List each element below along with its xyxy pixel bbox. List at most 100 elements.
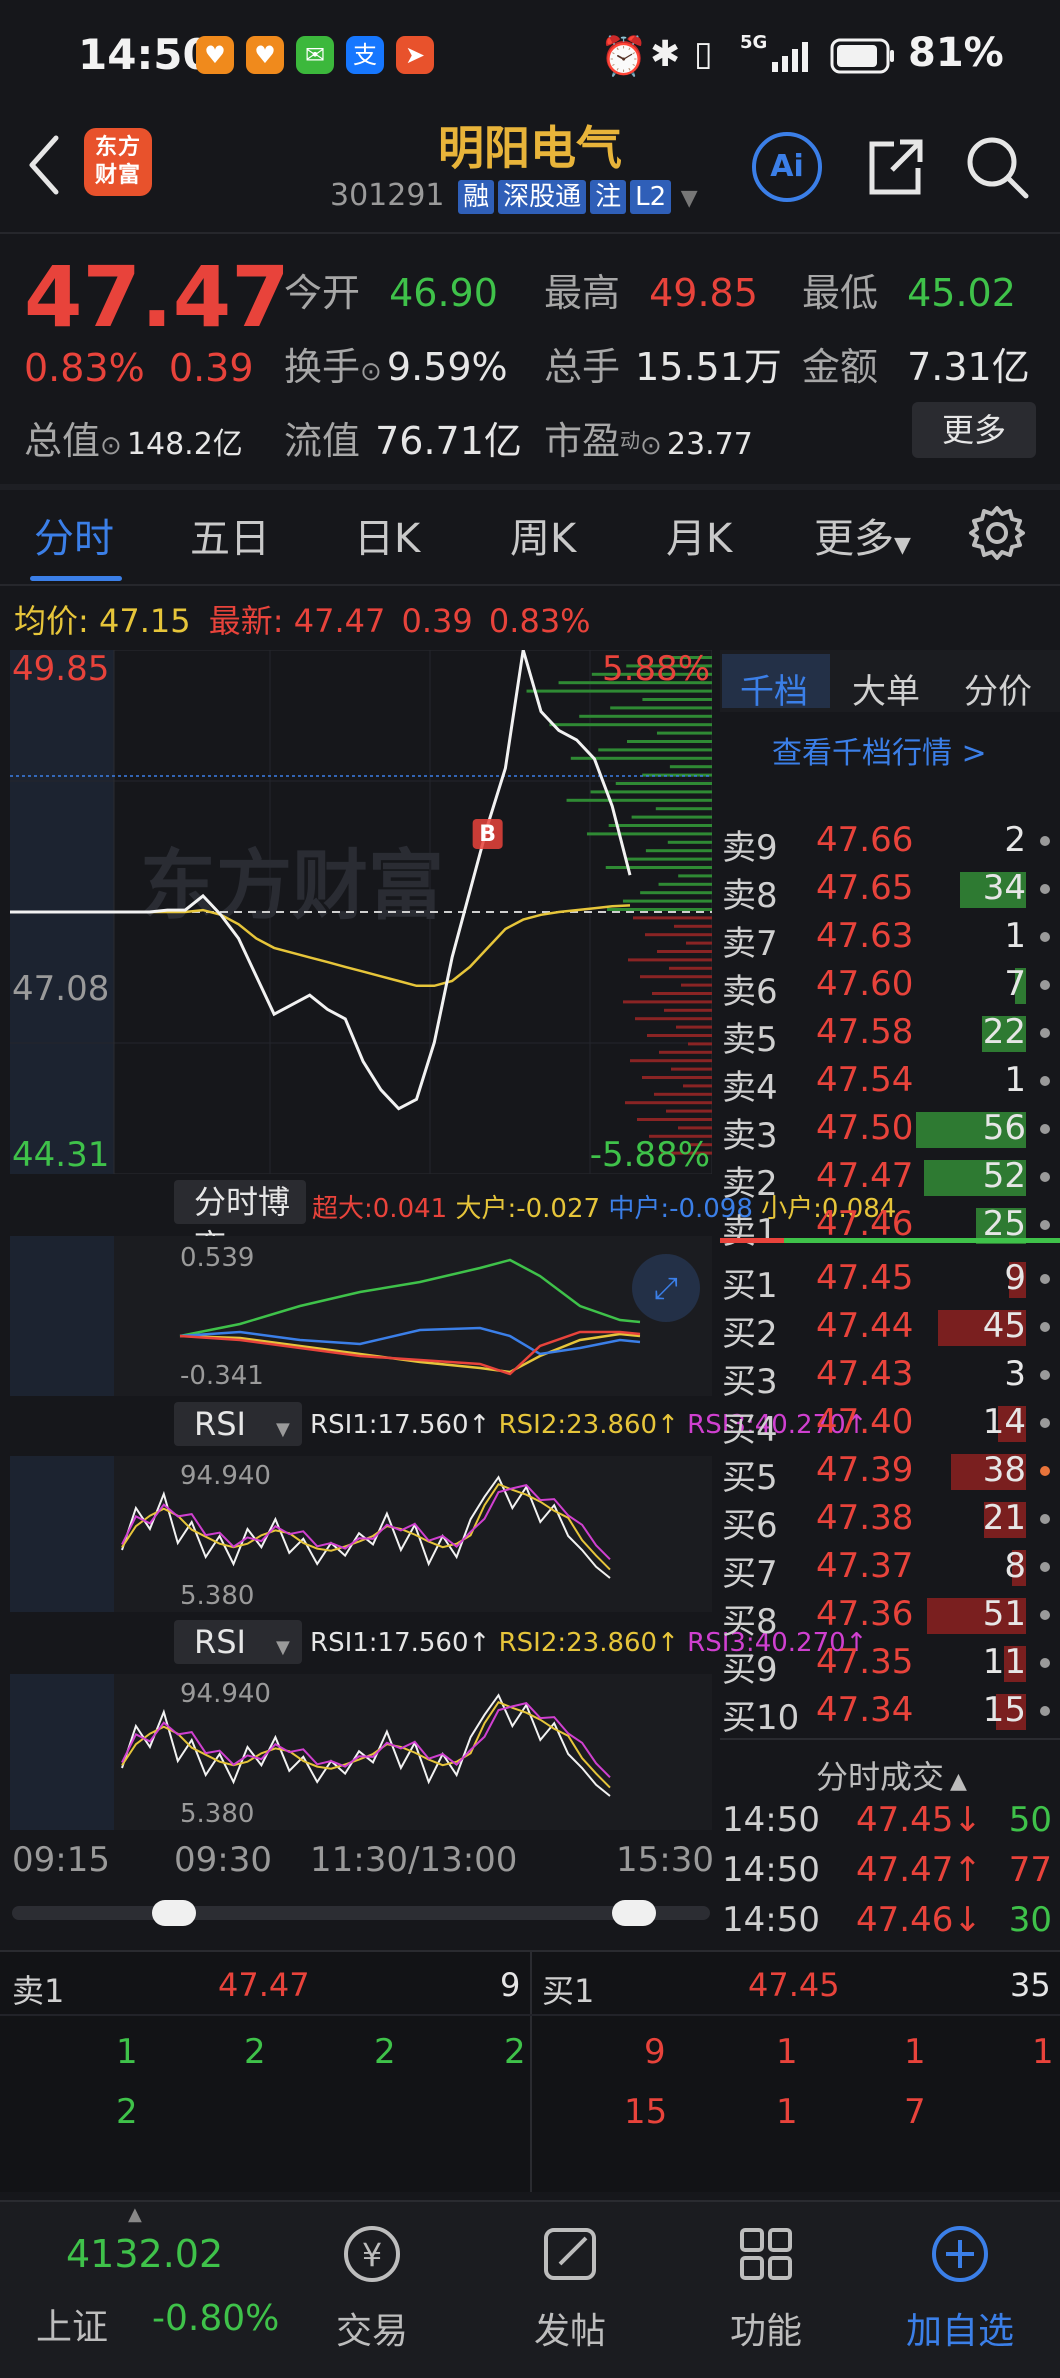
- bid-level-label: 买5: [722, 1458, 778, 1498]
- buy-marker[interactable]: B: [472, 818, 503, 849]
- ask-row[interactable]: 卖7 47.63 1: [720, 912, 1060, 964]
- bid-depth-bar: [625, 1101, 712, 1105]
- depth-sell-qty: 2: [244, 2032, 266, 2072]
- tab-monthly-k[interactable]: 月K: [666, 506, 732, 564]
- ask-dot: [1040, 1220, 1050, 1230]
- orderbook-tab-price[interactable]: 分价: [964, 664, 1032, 713]
- index-name[interactable]: 上证: [36, 2298, 108, 2350]
- expand-icon[interactable]: ⤢: [654, 1271, 678, 1306]
- float-field: 流值 76.71亿: [284, 410, 522, 465]
- index-value[interactable]: 4132.02: [66, 2232, 223, 2276]
- depth-buy-qty: 1: [904, 2032, 926, 2072]
- ask-row[interactable]: 卖5 47.58 22: [720, 1008, 1060, 1060]
- ask-row[interactable]: 卖2 47.47 52: [720, 1152, 1060, 1204]
- ask-price: 47.47: [816, 1156, 914, 1196]
- range-handle-left[interactable]: [152, 1900, 196, 1926]
- latest-percent: 0.83%: [488, 602, 591, 640]
- game-panel-selector[interactable]: 分时博弈 ▼: [174, 1180, 306, 1265]
- functions-grid-icon[interactable]: [696, 2214, 836, 2294]
- search-icon[interactable]: [962, 132, 1032, 202]
- ask-row[interactable]: 卖9 47.66 2: [720, 816, 1060, 868]
- ask-volume: 1: [1004, 1060, 1026, 1100]
- ask-row[interactable]: 卖3 47.50 56: [720, 1104, 1060, 1156]
- index-change[interactable]: -0.80%: [152, 2298, 279, 2339]
- bid-row[interactable]: 买3 47.43 3: [720, 1350, 1060, 1402]
- tag-margin: 融: [458, 180, 495, 214]
- bid-row[interactable]: 买4 47.40 14: [720, 1398, 1060, 1450]
- bid-level-label: 买7: [722, 1554, 778, 1594]
- bid-row[interactable]: 买6 47.38 21: [720, 1494, 1060, 1546]
- bid-depth-bar: [681, 983, 712, 987]
- tab-more[interactable]: 更多▼: [814, 506, 911, 564]
- chart-low-label: 44.31: [12, 1135, 109, 1174]
- add-watchlist-icon[interactable]: [890, 2214, 1030, 2294]
- more-button[interactable]: 更多: [912, 402, 1036, 458]
- chevron-down-icon[interactable]: ▼: [681, 186, 698, 211]
- bid-row[interactable]: 买1 47.45 9: [720, 1254, 1060, 1306]
- price-change: 0.83% 0.39: [24, 346, 254, 390]
- ask-dot: [1040, 932, 1050, 942]
- bid-depth-bar: [683, 1084, 712, 1088]
- ask-row[interactable]: 卖8 47.65 34: [720, 864, 1060, 916]
- bid-row[interactable]: 买8 47.36 51: [720, 1590, 1060, 1642]
- ask-level-label: 卖1: [722, 1212, 778, 1252]
- range-scroll-track[interactable]: [12, 1906, 710, 1920]
- float-label: 流值: [284, 419, 361, 463]
- volume-value: 15.51万: [635, 345, 782, 389]
- info-icon[interactable]: ⊙: [640, 431, 662, 461]
- ask-depth-bar: [566, 798, 712, 802]
- nav-post[interactable]: 发帖: [500, 2302, 640, 2354]
- intraday-chart[interactable]: 东方财富 49.85 47.08 44.31 5.88% -5.88% B: [10, 650, 712, 1174]
- tab-intraday[interactable]: 分时: [34, 506, 114, 564]
- tab-five-day[interactable]: 五日: [190, 506, 270, 564]
- pe-label: 市盈: [544, 419, 621, 463]
- nav-add-watchlist[interactable]: 加自选: [890, 2302, 1030, 2354]
- range-handle-right[interactable]: [612, 1900, 656, 1926]
- info-icon[interactable]: ⊙: [360, 357, 382, 387]
- ask-row[interactable]: 卖4 47.54 1: [720, 1056, 1060, 1108]
- rsi-bottom-label-1: 5.380: [180, 1581, 254, 1611]
- view-full-depth-link[interactable]: 查看千档行情 >: [772, 728, 987, 772]
- avg-value: 47.15: [98, 602, 191, 640]
- ask-row[interactable]: 卖6 47.60 7: [720, 960, 1060, 1012]
- ask-volume: 34: [982, 868, 1026, 908]
- latest-change: 0.39: [401, 602, 473, 640]
- orderbook-tab-level[interactable]: 千档: [740, 664, 808, 713]
- rsi1-value: RSI1:17.560↑: [310, 1410, 491, 1440]
- ask-depth-bar: [640, 891, 712, 895]
- ask-level-label: 卖8: [722, 876, 778, 916]
- bid-price: 47.43: [816, 1354, 914, 1394]
- ask-volume: 1: [1004, 916, 1026, 956]
- nav-functions[interactable]: 功能: [696, 2302, 836, 2354]
- bid-row[interactable]: 买10 47.34 15: [720, 1686, 1060, 1738]
- info-icon[interactable]: ⊙: [100, 431, 122, 461]
- super-large-value: 超大:0.041: [312, 1194, 448, 1224]
- rsi-selector-2[interactable]: RSI ▼: [174, 1620, 302, 1664]
- settings-gear-icon[interactable]: [968, 504, 1026, 562]
- chart-prev-close-label: 47.08: [12, 969, 109, 1009]
- bid-volume: 15: [982, 1690, 1026, 1730]
- trade-icon[interactable]: ¥: [302, 2214, 442, 2294]
- ask-depth-bar: [607, 908, 712, 911]
- bid-row[interactable]: 买9 47.35 11: [720, 1638, 1060, 1690]
- orderbook-tab-bigorder[interactable]: 大单: [852, 664, 920, 713]
- post-icon[interactable]: [500, 2214, 640, 2294]
- time-label-noon: 11:30/13:00: [310, 1840, 518, 1880]
- ask-depth-bar: [605, 866, 712, 869]
- ai-button[interactable]: Ai: [752, 132, 822, 202]
- tab-daily-k[interactable]: 日K: [354, 506, 420, 564]
- bid-row[interactable]: 买5 47.39 38: [720, 1446, 1060, 1498]
- ticks-title[interactable]: 分时成交 ▲: [816, 1752, 967, 1798]
- share-icon[interactable]: [860, 132, 930, 202]
- ask-level-label: 卖7: [722, 924, 778, 964]
- bid-level-label: 买8: [722, 1602, 778, 1642]
- bid-row[interactable]: 买7 47.37 8: [720, 1542, 1060, 1594]
- bid-row[interactable]: 买2 47.44 45: [720, 1302, 1060, 1354]
- bid-depth-bar: [688, 1042, 712, 1046]
- tab-weekly-k[interactable]: 周K: [510, 506, 576, 564]
- tick-price: 47.45↓: [856, 1800, 982, 1840]
- tab-underline: [30, 576, 122, 581]
- rsi-selector-1[interactable]: RSI ▼: [174, 1402, 302, 1446]
- nav-trade[interactable]: 交易: [302, 2302, 442, 2354]
- ask-dot: [1040, 884, 1050, 894]
